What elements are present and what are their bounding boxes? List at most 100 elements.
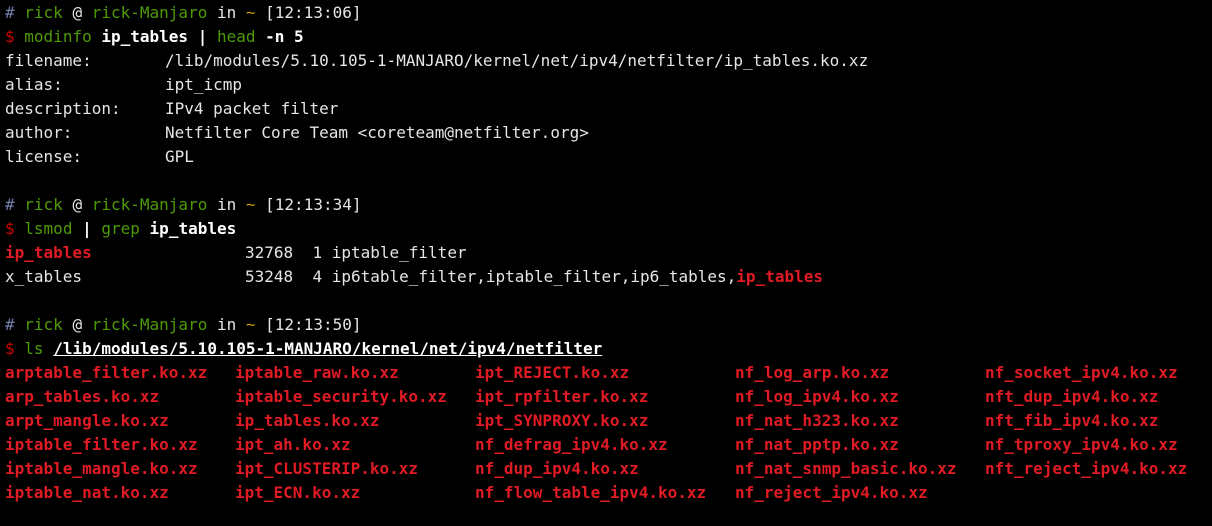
- prompt-hash: #: [5, 195, 15, 214]
- output-line: author: Netfilter Core Team <coreteam@net…: [5, 121, 1212, 145]
- prompt-at: @: [72, 195, 83, 214]
- terminal-window[interactable]: # rick @ rick-Manjaro in ~ [12:13:06] $ …: [0, 0, 1212, 526]
- output-line: x_tables 53248 4 ip6table_filter,iptable_…: [5, 265, 1212, 289]
- prompt-at: @: [72, 315, 83, 334]
- file-entry: nft_dup_ipv4.ko.xz: [985, 387, 1159, 406]
- file-entry: ipt_REJECT.ko.xz: [475, 363, 630, 382]
- file-entry: iptable_raw.ko.xz: [235, 363, 399, 382]
- file-entry: nf_tproxy_ipv4.ko.xz: [985, 435, 1178, 454]
- prompt-user: rick: [24, 3, 63, 22]
- prompt-hash: #: [5, 3, 15, 22]
- field-value: IPv4 packet filter: [165, 99, 339, 118]
- file-entry: ipt_SYNPROXY.ko.xz: [475, 411, 649, 430]
- lsmod-output: ip_tables 32768 1 iptable_filter x_tables…: [5, 241, 1212, 289]
- command-path-arg: /lib/modules/5.10.105-1-MANJARO/kernel/n…: [53, 339, 603, 358]
- file-entry: nf_nat_snmp_basic.ko.xz: [735, 459, 957, 478]
- command-line[interactable]: $ ls /lib/modules/5.10.105-1-MANJARO/ker…: [5, 337, 1212, 361]
- file-entry: nf_log_ipv4.ko.xz: [735, 387, 899, 406]
- prompt-in: in: [216, 315, 237, 334]
- file-entry: iptable_filter.ko.xz: [5, 435, 198, 454]
- field-key: author:: [5, 123, 73, 142]
- prompt-hash: #: [5, 315, 15, 334]
- file-entry: nf_socket_ipv4.ko.xz: [985, 363, 1178, 382]
- file-entry: nf_flow_table_ipv4.ko.xz: [475, 483, 707, 502]
- command-arg: ip_tables: [101, 27, 189, 46]
- ls-output-grid: arptable_filter.ko.xz arp_tables.ko.xz a…: [5, 361, 1212, 505]
- output-line: alias: ipt_icmp: [5, 73, 1212, 97]
- command-pipe: |: [197, 27, 208, 46]
- module-name: x_tables: [5, 267, 83, 286]
- prompt-in: in: [216, 195, 237, 214]
- field-value: ipt_icmp: [165, 75, 243, 94]
- file-entry: ipt_ah.ko.xz: [235, 435, 351, 454]
- prompt-in: in: [216, 3, 237, 22]
- file-entry: ip_tables.ko.xz: [235, 411, 380, 430]
- command-line[interactable]: $ lsmod | grep ip_tables: [5, 217, 1212, 241]
- output-line: ip_tables 32768 1 iptable_filter: [5, 241, 1212, 265]
- command-name: modinfo: [24, 27, 92, 46]
- file-entry: arpt_mangle.ko.xz: [5, 411, 169, 430]
- field-key: filename:: [5, 51, 92, 70]
- file-entry: iptable_security.ko.xz: [235, 387, 447, 406]
- command-flag: -n 5: [265, 27, 304, 46]
- file-entry: arptable_filter.ko.xz: [5, 363, 208, 382]
- command-name: ls: [24, 339, 44, 358]
- file-entry: arp_tables.ko.xz: [5, 387, 160, 406]
- file-entry: nft_fib_ipv4.ko.xz: [985, 411, 1159, 430]
- file-entry: nf_reject_ipv4.ko.xz: [735, 483, 928, 502]
- prompt-line: # rick @ rick-Manjaro in ~ [12:13:50]: [5, 313, 1212, 337]
- module-size: 32768: [245, 243, 294, 262]
- pipe-command: head: [216, 27, 256, 46]
- ls-column: ipt_REJECT.ko.xz ipt_rpfilter.ko.xz ipt_…: [475, 361, 706, 505]
- command-arg: ip_tables: [149, 219, 237, 238]
- file-entry: ipt_CLUSTERIP.ko.xz: [235, 459, 419, 478]
- ls-column: arptable_filter.ko.xz arp_tables.ko.xz a…: [5, 361, 207, 505]
- file-entry: ipt_ECN.ko.xz: [235, 483, 361, 502]
- pipe-command: grep: [101, 219, 140, 238]
- output-line: license: GPL: [5, 145, 1212, 169]
- prompt-line: # rick @ rick-Manjaro in ~ [12:13:34]: [5, 193, 1212, 217]
- prompt-line: # rick @ rick-Manjaro in ~ [12:13:06]: [5, 1, 1212, 25]
- file-entry: nf_dup_ipv4.ko.xz: [475, 459, 639, 478]
- field-key: alias:: [5, 75, 63, 94]
- module-used-count: 1: [312, 243, 323, 262]
- prompt-host: rick-Manjaro: [91, 3, 208, 22]
- field-value: Netfilter Core Team <coreteam@netfilter.…: [165, 123, 589, 142]
- ls-column: nf_log_arp.ko.xz nf_log_ipv4.ko.xz nf_na…: [735, 361, 957, 505]
- file-entry: ipt_rpfilter.ko.xz: [475, 387, 649, 406]
- prompt-time: [12:13:06]: [265, 3, 362, 22]
- prompt-dollar: $: [5, 27, 15, 46]
- prompt-dir: ~: [245, 315, 256, 334]
- module-used-count: 4: [312, 267, 323, 286]
- prompt-user: rick: [24, 315, 63, 334]
- file-entry: nft_reject_ipv4.ko.xz: [985, 459, 1188, 478]
- prompt-at: @: [72, 3, 83, 22]
- module-used-by: ip6table_filter,iptable_filter,ip6_table…: [331, 267, 737, 286]
- prompt-dir: ~: [245, 195, 256, 214]
- grep-match: ip_tables: [736, 267, 823, 286]
- file-entry: nf_nat_h323.ko.xz: [735, 411, 899, 430]
- file-entry: nf_nat_pptp.ko.xz: [735, 435, 899, 454]
- module-name: ip_tables: [5, 243, 92, 262]
- field-value: /lib/modules/5.10.105-1-MANJARO/kernel/n…: [165, 51, 869, 70]
- module-size: 53248: [245, 267, 294, 286]
- prompt-user: rick: [24, 195, 63, 214]
- prompt-dir: ~: [245, 3, 256, 22]
- command-pipe: |: [82, 219, 92, 238]
- file-entry: iptable_nat.ko.xz: [5, 483, 169, 502]
- field-value: GPL: [165, 147, 194, 166]
- output-line: description: IPv4 packet filter: [5, 97, 1212, 121]
- module-used-by: iptable_filter: [331, 243, 467, 262]
- command-name: lsmod: [24, 219, 73, 238]
- output-line: filename: /lib/modules/5.10.105-1-MANJARO…: [5, 49, 1212, 73]
- file-entry: nf_log_arp.ko.xz: [735, 363, 890, 382]
- field-key: description:: [5, 99, 121, 118]
- file-entry: iptable_mangle.ko.xz: [5, 459, 198, 478]
- prompt-host: rick-Manjaro: [91, 315, 208, 334]
- command-line[interactable]: $ modinfo ip_tables | head -n 5: [5, 25, 1212, 49]
- prompt-time: [12:13:50]: [265, 315, 362, 334]
- file-entry: nf_defrag_ipv4.ko.xz: [475, 435, 668, 454]
- modinfo-output: filename: /lib/modules/5.10.105-1-MANJARO…: [5, 49, 1212, 169]
